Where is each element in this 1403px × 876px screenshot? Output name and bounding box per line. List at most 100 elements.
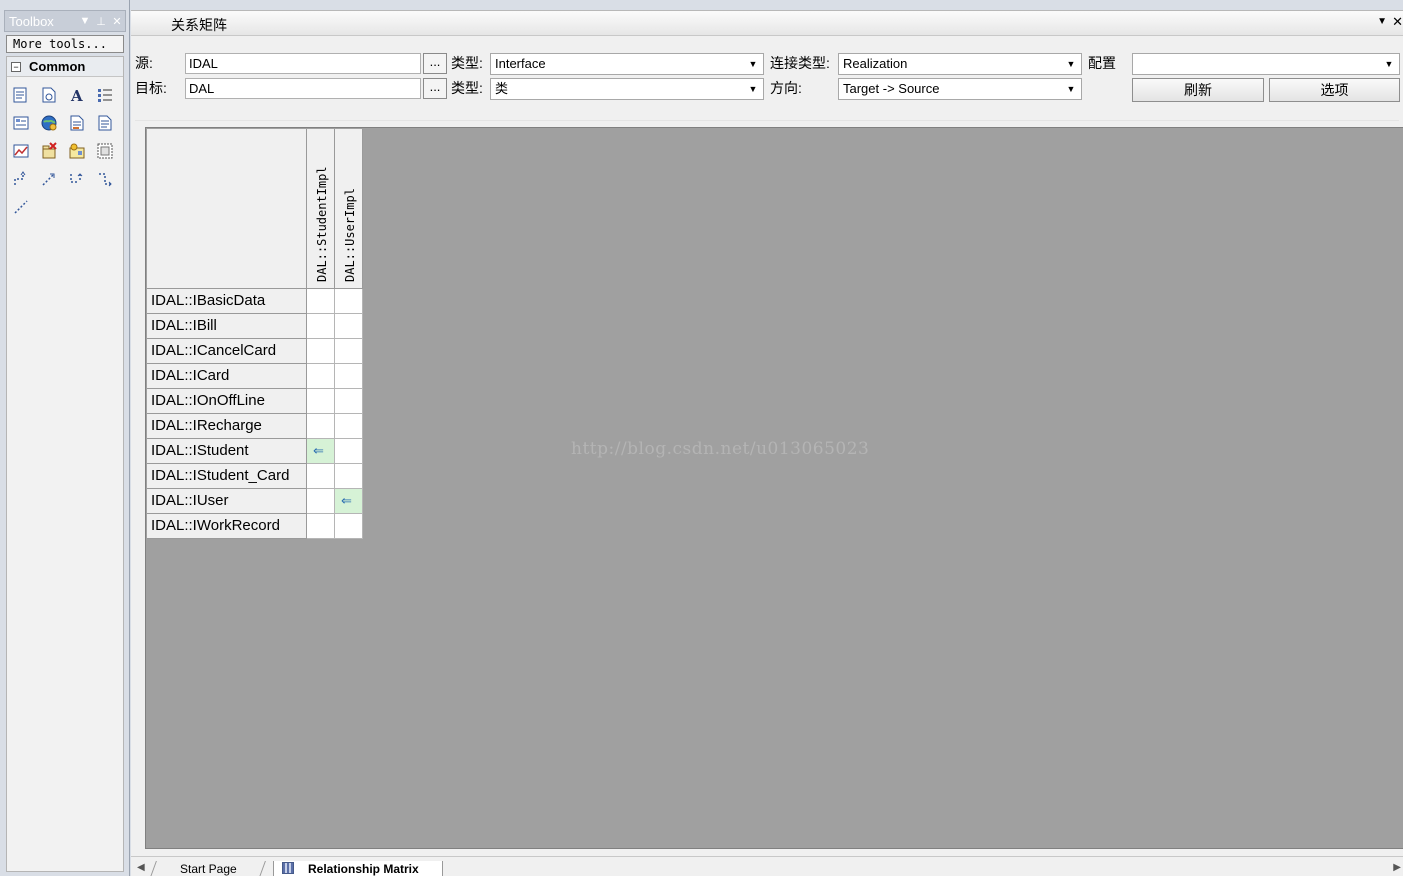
realization-arrow-icon: ⇐ — [313, 443, 324, 458]
tool-note-link[interactable] — [67, 169, 87, 189]
column-header-label: DAL::StudentImpl — [314, 166, 329, 282]
row-header[interactable]: IDAL::IRecharge — [147, 414, 307, 439]
matrix-cell[interactable] — [335, 414, 363, 439]
row-header[interactable]: IDAL::ICard — [147, 364, 307, 389]
close-icon[interactable]: ✕ — [109, 15, 125, 28]
dashed-line-icon — [14, 200, 28, 214]
target-type-select[interactable]: 类 ▼ — [490, 78, 764, 100]
tab-start-page[interactable]: Start Page — [150, 861, 266, 876]
row-header[interactable]: IDAL::IStudent_Card — [147, 464, 307, 489]
chevron-down-icon: ▼ — [1384, 59, 1394, 69]
window-dropdown-icon[interactable]: ▼ — [1377, 16, 1387, 27]
matrix-icon — [282, 862, 294, 874]
tool-legend[interactable] — [67, 141, 87, 161]
matrix-cell[interactable] — [335, 314, 363, 339]
row-header[interactable]: IDAL::IWorkRecord — [147, 514, 307, 539]
divider — [135, 120, 1399, 121]
document-tab-bar: ◀ Start Page Relationship Matrix ▶ — [131, 856, 1403, 876]
matrix-cell[interactable] — [335, 389, 363, 414]
config-select[interactable]: ▼ — [1132, 53, 1400, 75]
boundary-icon — [97, 143, 113, 159]
matrix-cell[interactable] — [335, 364, 363, 389]
tool-note[interactable] — [11, 85, 31, 105]
column-header[interactable]: DAL::UserImpl — [335, 129, 363, 289]
source-type-label: 类型: — [451, 55, 483, 71]
column-header-label: DAL::UserImpl — [342, 188, 357, 282]
matrix-cell[interactable] — [307, 339, 335, 364]
list-icon — [98, 89, 112, 102]
matrix-cell[interactable]: ⇐ — [335, 489, 363, 514]
matrix-cell[interactable] — [307, 389, 335, 414]
chevron-down-icon: ▼ — [1066, 59, 1076, 69]
collapse-icon[interactable]: − — [11, 61, 21, 72]
direction-select[interactable]: Target -> Source ▼ — [838, 78, 1082, 100]
common-section-label: Common — [29, 59, 86, 74]
tool-boundary[interactable] — [95, 141, 115, 161]
watermark: http://blog.csdn.net/u013065023 — [571, 439, 870, 459]
more-tools-button[interactable]: More tools... — [6, 35, 124, 53]
tool-artifact[interactable] — [67, 113, 87, 133]
target-field[interactable]: DAL — [185, 78, 421, 99]
link-type-select[interactable]: Realization ▼ — [838, 53, 1082, 75]
tab-relationship-matrix-label: Relationship Matrix — [308, 862, 419, 876]
matrix-cell[interactable]: ⇐ — [307, 439, 335, 464]
pin-icon[interactable]: ⊥ — [93, 15, 109, 28]
matrix-cell[interactable] — [307, 289, 335, 314]
tool-globe[interactable] — [39, 113, 59, 133]
target-browse-button[interactable]: ... — [423, 78, 447, 99]
tab-relationship-matrix[interactable]: Relationship Matrix — [273, 861, 443, 876]
matrix-cell[interactable] — [335, 439, 363, 464]
source-type-select[interactable]: Interface ▼ — [490, 53, 764, 75]
row-header[interactable]: IDAL::IOnOffLine — [147, 389, 307, 414]
globe-icon — [41, 115, 57, 131]
common-tools-section: − Common A — [6, 56, 124, 872]
tool-hyperlink[interactable] — [11, 113, 31, 133]
document-title: 关系矩阵 — [171, 17, 227, 33]
chevron-down-icon: ▼ — [748, 59, 758, 69]
source-field[interactable]: IDAL — [185, 53, 421, 74]
column-header[interactable]: DAL::StudentImpl — [307, 129, 335, 289]
options-button[interactable]: 选项 — [1269, 78, 1400, 102]
matrix-cell[interactable] — [335, 289, 363, 314]
tool-list[interactable] — [95, 85, 115, 105]
link-type-label: 连接类型: — [770, 55, 830, 71]
matrix-cell[interactable] — [335, 339, 363, 364]
matrix-cell[interactable] — [335, 464, 363, 489]
matrix-cell[interactable] — [307, 464, 335, 489]
tool-diagram[interactable] — [11, 141, 31, 161]
scroll-right-icon[interactable]: ▶ — [1393, 862, 1401, 873]
tool-constraint[interactable] — [95, 169, 115, 189]
realization-arrow-icon: ⇐ — [341, 493, 352, 508]
common-section-header[interactable]: − Common — [7, 57, 123, 77]
matrix-cell[interactable] — [307, 414, 335, 439]
row-header[interactable]: IDAL::ICancelCard — [147, 339, 307, 364]
report-icon — [98, 115, 112, 131]
tool-package-delete[interactable] — [39, 141, 59, 161]
matrix-cell[interactable] — [335, 514, 363, 539]
row-header[interactable]: IDAL::IStudent — [147, 439, 307, 464]
source-browse-button[interactable]: ... — [423, 53, 447, 74]
tool-trace[interactable] — [39, 169, 59, 189]
legend-icon — [69, 143, 85, 159]
target-type-label: 类型: — [451, 80, 483, 96]
tool-dashed-line[interactable] — [11, 197, 31, 217]
package-delete-icon — [42, 142, 57, 159]
scroll-left-icon[interactable]: ◀ — [137, 862, 145, 873]
tool-report[interactable] — [95, 113, 115, 133]
row-header[interactable]: IDAL::IBill — [147, 314, 307, 339]
tool-dependency[interactable] — [11, 169, 31, 189]
window-close-icon[interactable]: ✕ — [1392, 14, 1403, 30]
matrix-cell[interactable] — [307, 364, 335, 389]
chevron-down-icon: ▼ — [1066, 84, 1076, 94]
matrix-cell[interactable] — [307, 514, 335, 539]
matrix-cell[interactable] — [307, 314, 335, 339]
note-link-icon — [70, 173, 83, 183]
target-type-value: 类 — [495, 81, 509, 96]
refresh-button[interactable]: 刷新 — [1132, 78, 1264, 102]
row-header[interactable]: IDAL::IUser — [147, 489, 307, 514]
dropdown-icon[interactable]: ▼ — [77, 15, 93, 27]
row-header[interactable]: IDAL::IBasicData — [147, 289, 307, 314]
tool-text[interactable]: A — [67, 85, 87, 105]
tool-document[interactable] — [39, 85, 59, 105]
matrix-cell[interactable] — [307, 489, 335, 514]
